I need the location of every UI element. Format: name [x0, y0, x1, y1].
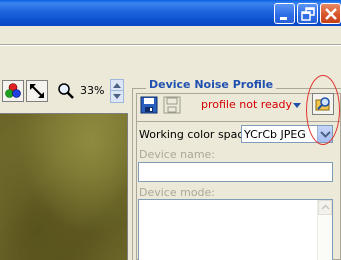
profile-selector[interactable]: profile not ready — [185, 95, 305, 114]
restore-icon — [301, 7, 315, 21]
device-mode-label: Device mode: — [139, 186, 216, 199]
panel-title: Device Noise Profile — [146, 78, 277, 91]
zoom-spinner[interactable] — [110, 79, 124, 103]
working-color-space-label: Working color space: — [139, 128, 254, 141]
close-button[interactable] — [320, 3, 341, 24]
arrow-up-icon — [113, 83, 121, 88]
save-profile-icon[interactable] — [140, 96, 158, 114]
working-color-space-value: YCrCb JPEG — [244, 128, 306, 141]
image-preview[interactable] — [0, 113, 128, 260]
window-titlebar — [0, 0, 341, 26]
magnifier-icon[interactable] — [57, 82, 75, 100]
menu-separator — [0, 44, 341, 46]
profile-status: profile not ready — [201, 98, 293, 111]
zoom-out-button[interactable] — [111, 91, 123, 102]
arrow-down-icon — [113, 94, 121, 99]
device-mode-scrollbar[interactable] — [317, 200, 332, 260]
scroll-up-button[interactable] — [318, 200, 332, 215]
device-name-field[interactable] — [138, 162, 333, 182]
fit-to-window-icon — [30, 84, 44, 98]
arrow-up-icon — [321, 204, 330, 210]
close-icon — [325, 8, 337, 20]
highlight-annotation — [306, 75, 340, 145]
zoom-level: 33% — [80, 84, 105, 97]
restore-button[interactable] — [297, 3, 318, 24]
color-channels-button[interactable] — [2, 80, 24, 102]
zoom-in-button[interactable] — [111, 80, 123, 91]
minimize-icon — [280, 17, 287, 20]
save-disabled-icon — [163, 96, 181, 114]
fit-to-window-button[interactable] — [26, 80, 48, 102]
dropdown-arrow-icon — [293, 103, 301, 108]
color-channels-icon — [5, 83, 21, 98]
minimize-button[interactable] — [274, 3, 295, 24]
device-mode-field[interactable] — [138, 199, 333, 260]
device-name-label: Device name: — [139, 148, 216, 161]
